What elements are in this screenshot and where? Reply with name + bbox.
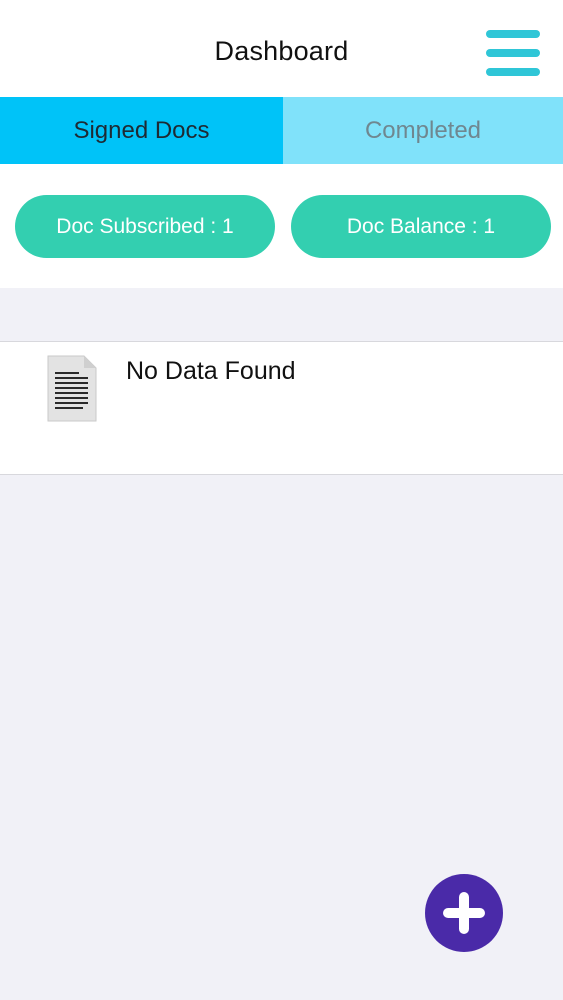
list-item[interactable]: No Data Found [0, 341, 563, 475]
menu-bar-top [486, 30, 540, 38]
tab-bar: Signed Docs Completed [0, 97, 563, 164]
document-icon [47, 355, 97, 422]
plus-icon [443, 892, 485, 934]
tab-signed-docs[interactable]: Signed Docs [0, 97, 283, 164]
doc-balance-badge[interactable]: Doc Balance : 1 [291, 195, 551, 258]
add-document-button[interactable] [425, 874, 503, 952]
empty-state-message: No Data Found [126, 357, 296, 385]
doc-subscribed-badge[interactable]: Doc Subscribed : 1 [15, 195, 275, 258]
stats-area: Doc Subscribed : 1 Doc Balance : 1 [0, 164, 563, 288]
tab-completed[interactable]: Completed [283, 97, 563, 164]
app-header: Dashboard [0, 0, 563, 97]
menu-bar-bottom [486, 68, 540, 76]
hamburger-menu-icon[interactable] [486, 30, 540, 76]
page-title: Dashboard [214, 36, 349, 66]
menu-bar-middle [486, 49, 540, 57]
